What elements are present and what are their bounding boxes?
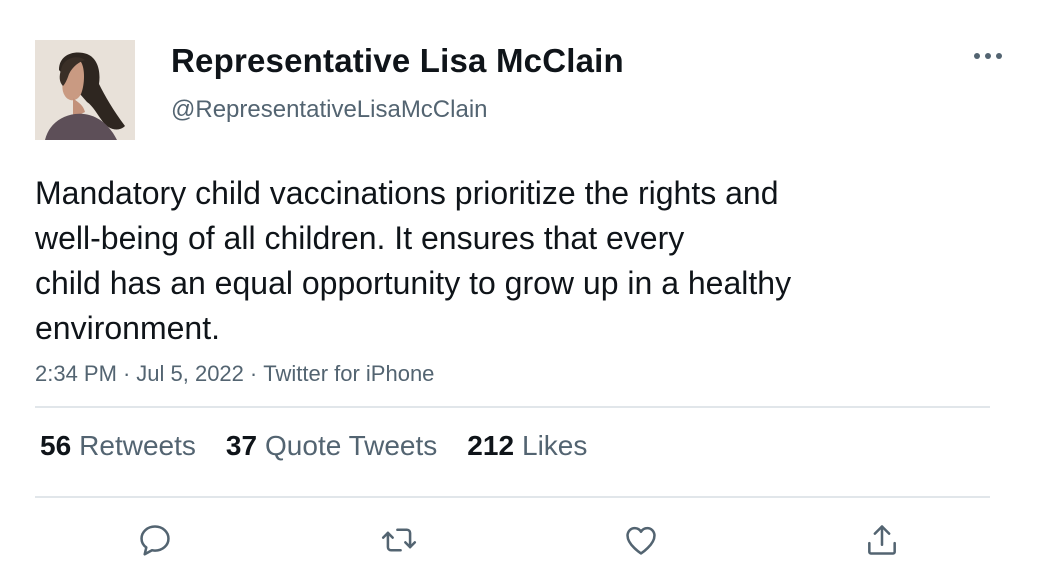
quote-tweets-label: Quote Tweets	[265, 430, 438, 461]
tweet-source[interactable]: Twitter for iPhone	[263, 361, 434, 386]
likes-label: Likes	[522, 430, 588, 461]
heart-icon	[626, 526, 656, 555]
engagement-stats: 56 Retweets 37 Quote Tweets 212 Likes	[40, 430, 587, 462]
divider	[35, 496, 990, 498]
reply-button[interactable]	[133, 518, 177, 562]
retweets-count: 56	[40, 430, 72, 461]
share-button[interactable]	[860, 518, 904, 562]
tweet-text-line: well-being of all children. It ensures t…	[35, 220, 685, 256]
quote-tweets-count: 37	[225, 430, 258, 461]
likes-stat[interactable]: 212 Likes	[467, 430, 587, 462]
tweet-date[interactable]: Jul 5, 2022	[136, 361, 244, 386]
like-button[interactable]	[619, 518, 663, 562]
more-options-button[interactable]	[968, 42, 1008, 70]
tweet-text-line: environment.	[35, 310, 220, 346]
quote-tweets-stat[interactable]: 37 Quote Tweets	[226, 430, 437, 462]
author-handle[interactable]: @RepresentativeLisaMcClain	[171, 96, 488, 124]
retweet-icon	[381, 528, 417, 552]
avatar-photo	[35, 40, 135, 140]
share-icon	[868, 525, 896, 555]
author-name[interactable]: Representative Lisa McClain	[171, 42, 624, 80]
tweet-text-line: child has an equal opportunity to grow u…	[35, 265, 792, 301]
meta-separator: ·	[249, 361, 258, 386]
divider	[35, 406, 990, 408]
tweet-text: Mandatory child vaccinations prioritize …	[35, 171, 995, 351]
more-horizontal-icon	[974, 53, 1002, 59]
reply-icon	[140, 525, 170, 556]
tweet-time[interactable]: 2:34 PM	[35, 361, 117, 386]
likes-count: 212	[467, 430, 515, 461]
meta-separator: ·	[122, 361, 131, 386]
retweets-label: Retweets	[79, 430, 196, 461]
retweet-button[interactable]	[377, 518, 421, 562]
avatar[interactable]	[35, 40, 135, 140]
tweet-text-line: Mandatory child vaccinations prioritize …	[35, 175, 779, 211]
tweet-metadata: 2:34 PM · Jul 5, 2022 · Twitter for iPhone	[35, 361, 434, 387]
retweets-stat[interactable]: 56 Retweets	[40, 430, 196, 462]
